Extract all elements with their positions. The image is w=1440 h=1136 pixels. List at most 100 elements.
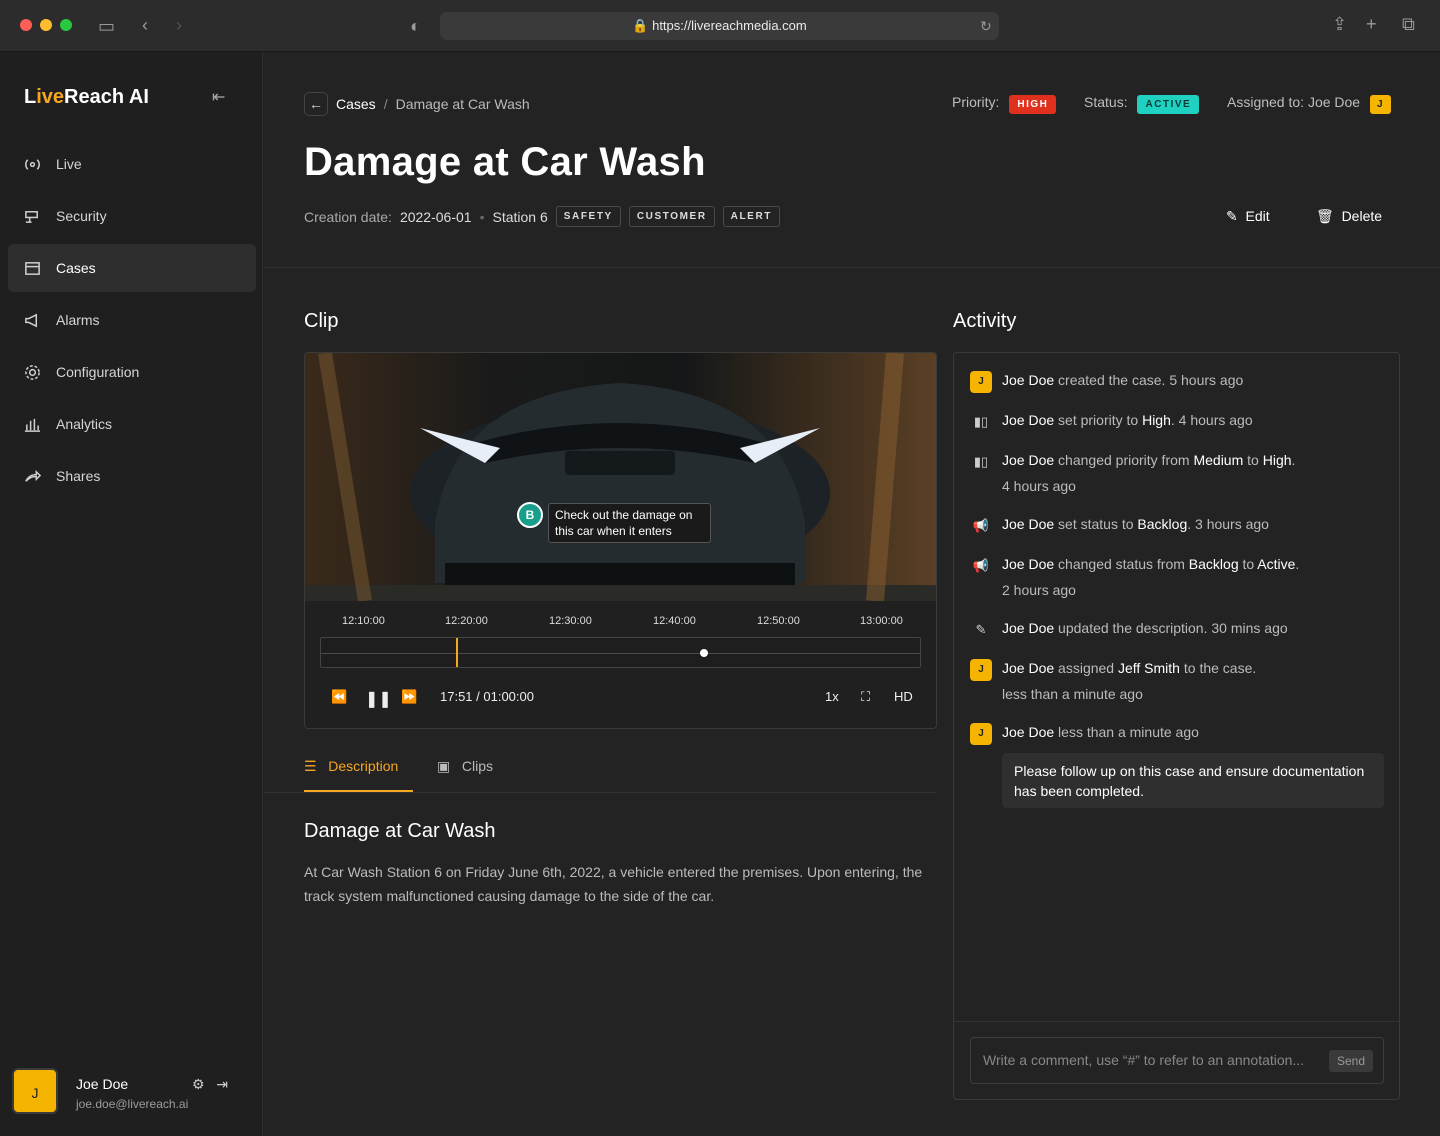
- status-field: Status: ACTIVE: [1084, 94, 1200, 114]
- shield-icon[interactable]: ◐: [410, 17, 421, 35]
- timeline-track[interactable]: [320, 637, 921, 668]
- tabs-overview-icon[interactable]: ⧉: [1402, 15, 1415, 33]
- value: Active: [1257, 556, 1296, 572]
- tag-customer[interactable]: CUSTOMER: [628, 206, 715, 227]
- assigned-label: Assigned to: Joe Doe: [1227, 94, 1361, 110]
- activity-heading: Activity: [953, 310, 1017, 332]
- sidebar-item-label: Shares: [56, 468, 101, 484]
- sidebar-item-live[interactable]: Live: [8, 140, 256, 188]
- trash-icon: 🗑: [1316, 208, 1334, 224]
- delete-label: Delete: [1341, 208, 1383, 224]
- tab-label: Clips: [461, 758, 494, 774]
- sidebar-item-label: Analytics: [56, 416, 113, 432]
- megaphone-icon: [25, 313, 38, 327]
- tab-description[interactable]: ☰ Description: [304, 758, 398, 775]
- tick-label: 12:50:00: [757, 615, 800, 627]
- logo[interactable]: LiveReach AI: [24, 86, 149, 109]
- sidebar-item-alarms[interactable]: Alarms: [8, 296, 256, 344]
- tick-label: 12:10:00: [342, 615, 385, 627]
- bar-chart-icon: ▮▯: [973, 454, 989, 469]
- value: High: [1142, 412, 1171, 428]
- status-badge[interactable]: ACTIVE: [1137, 95, 1200, 114]
- user-avatar-icon: J: [970, 723, 992, 745]
- sidebar-item-configuration[interactable]: Configuration: [8, 348, 256, 396]
- video-frame[interactable]: B Check out the damage on this car when …: [305, 353, 936, 603]
- delete-button[interactable]: 🗑 Delete: [1316, 208, 1382, 225]
- sidebar-toggle-icon[interactable]: ▭: [98, 17, 115, 35]
- collapse-sidebar-icon[interactable]: ⇤: [212, 87, 225, 107]
- quality-button[interactable]: HD: [894, 689, 913, 704]
- bar-chart-icon: ▮▯: [973, 414, 989, 429]
- user-avatar-icon: J: [970, 371, 992, 393]
- user-avatar-icon: J: [970, 659, 992, 681]
- priority-label: Priority:: [952, 94, 1000, 110]
- list-icon: ☰: [304, 758, 317, 774]
- comment-bubble: Please follow up on this case and ensure…: [1002, 753, 1384, 808]
- station: Station 6: [492, 208, 548, 225]
- player-controls: ⏪ ❚❚ ⏩ 17:51 / 01:00:00 1x ⛶ HD: [305, 689, 936, 713]
- share-browser-icon[interactable]: ⇪: [1332, 15, 1347, 33]
- url-text: https://livereachmedia.com: [652, 18, 807, 33]
- send-button[interactable]: Send: [1329, 1050, 1373, 1072]
- fullscreen-icon[interactable]: ⛶: [861, 689, 870, 705]
- sidebar-item-analytics[interactable]: Analytics: [8, 400, 256, 448]
- share-icon: [25, 469, 41, 482]
- pause-icon[interactable]: ❚❚: [365, 689, 392, 709]
- tag-safety[interactable]: SAFETY: [555, 206, 621, 227]
- edit-label: Edit: [1245, 208, 1270, 224]
- actor: Joe Doe: [1002, 556, 1055, 572]
- clip-heading: Clip: [304, 310, 339, 332]
- activity-text: updated the description. 30 mins ago: [1054, 620, 1288, 636]
- rewind-icon[interactable]: ⏪: [331, 689, 347, 705]
- sidebar-item-security[interactable]: Security: [8, 192, 256, 240]
- breadcrumb: Cases / Damage at Car Wash: [336, 96, 530, 112]
- priority-badge[interactable]: HIGH: [1009, 95, 1057, 114]
- track-line: [321, 653, 920, 654]
- fast-forward-icon[interactable]: ⏩: [401, 689, 417, 705]
- speed-button[interactable]: 1x: [825, 689, 839, 704]
- activity-time: 3 hours ago: [1191, 516, 1269, 532]
- user-profile: J Joe Doe joe.doe@livereach.ai ⚙ ⇥: [12, 1068, 252, 1122]
- reload-icon[interactable]: ↻: [980, 17, 992, 35]
- logo-mark: L: [24, 86, 37, 108]
- address-bar[interactable]: 🔒 https://livereachmedia.com: [440, 12, 999, 40]
- back-button[interactable]: ←: [304, 92, 328, 116]
- avatar[interactable]: J: [12, 1068, 58, 1114]
- gear-icon: [25, 364, 40, 380]
- assignee-field[interactable]: Assigned to: Joe Doe J: [1227, 94, 1392, 114]
- settings-icon[interactable]: ⚙: [192, 1076, 205, 1092]
- value: Medium: [1193, 452, 1244, 468]
- playhead[interactable]: [456, 638, 458, 667]
- value: High: [1262, 452, 1292, 468]
- tag-alert[interactable]: ALERT: [722, 206, 780, 227]
- video-player: B Check out the damage on this car when …: [304, 352, 937, 729]
- new-tab-icon[interactable]: +: [1366, 15, 1377, 33]
- edit-button[interactable]: ✎ Edit: [1226, 208, 1270, 225]
- annotation-point[interactable]: [700, 649, 708, 657]
- actor: Joe Doe: [1002, 516, 1055, 532]
- sidebar-item-label: Cases: [56, 260, 96, 276]
- separator-dot: •: [479, 208, 485, 225]
- tab-label: Description: [328, 758, 399, 774]
- comment-input[interactable]: Write a comment, use “#” to refer to an …: [970, 1037, 1384, 1084]
- annotation-tooltip: Check out the damage on this car when it…: [548, 503, 711, 543]
- activity-text: set status to: [1054, 516, 1138, 532]
- logout-icon[interactable]: ⇥: [216, 1076, 228, 1092]
- forward-icon[interactable]: ›: [176, 16, 182, 34]
- annotation-marker[interactable]: B: [517, 502, 543, 528]
- activity-text: assigned: [1054, 660, 1118, 676]
- minimize-window-button[interactable]: [40, 19, 52, 31]
- actor: Joe Doe: [1002, 452, 1055, 468]
- activity-panel: J Joe Doe created the case. 5 hours ago …: [953, 352, 1400, 1100]
- breadcrumb-cases[interactable]: Cases: [336, 96, 376, 112]
- close-window-button[interactable]: [20, 19, 32, 31]
- camera-icon: [25, 210, 38, 223]
- tick-label: 12:20:00: [445, 615, 488, 627]
- tab-clips[interactable]: ▣ Clips: [437, 758, 493, 775]
- tick-label: 13:00:00: [860, 615, 903, 627]
- maximize-window-button[interactable]: [60, 19, 72, 31]
- sidebar-item-shares[interactable]: Shares: [8, 452, 256, 500]
- page-title: Damage at Car Wash: [304, 140, 706, 184]
- sidebar-item-cases[interactable]: Cases: [8, 244, 256, 292]
- back-icon[interactable]: ‹: [142, 16, 148, 34]
